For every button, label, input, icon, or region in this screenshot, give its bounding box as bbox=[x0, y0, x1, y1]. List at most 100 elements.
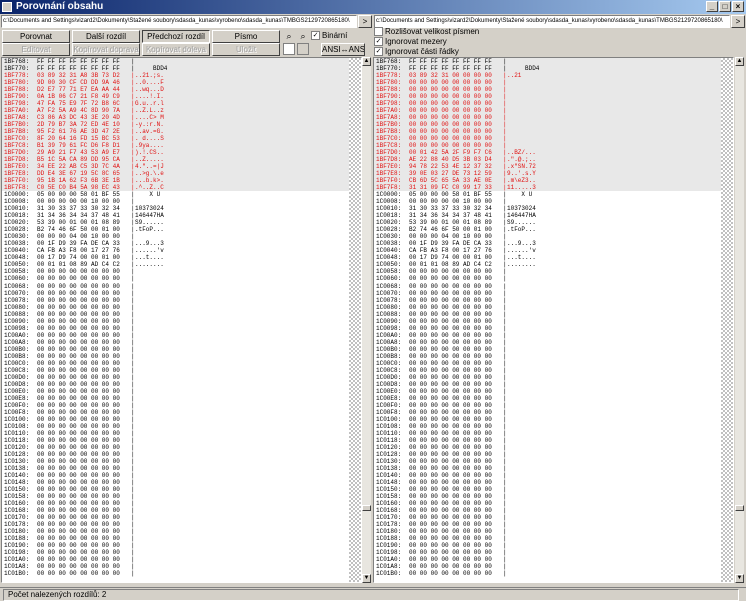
left-hex-row[interactable]: 1C0168: 00 00 00 00 00 00 00 00 | bbox=[2, 507, 361, 514]
right-hex-row[interactable]: 1BF7B0: 00 00 00 00 00 00 00 00 | bbox=[374, 121, 733, 129]
ignore-lines-checkbox[interactable]: ✓ Ignorovat části řádky bbox=[374, 47, 459, 57]
left-scroll-thumb[interactable] bbox=[362, 505, 371, 511]
copy-right-button[interactable]: Kopírovat doprava bbox=[72, 43, 140, 56]
left-hex-row[interactable]: 1BF770: FF FF FF FF FF FF FF FF BDD4 | bbox=[2, 65, 361, 73]
left-hex-row[interactable]: 1C00C8: 00 00 00 00 00 00 00 00 | bbox=[2, 367, 361, 374]
right-hex-row[interactable]: 1BF7F8: 31 31 09 FC C0 99 17 33 11.....3 | bbox=[374, 184, 733, 192]
left-hex-row[interactable]: 1C0098: 00 00 00 00 00 00 00 00 | bbox=[2, 325, 361, 332]
left-hex-row[interactable]: 1BF790: 0A 1B 06 C7 21 F8 49 C9 ....!.I. | bbox=[2, 93, 361, 101]
right-hex-row[interactable]: 1BF7E8: 39 0E 03 27 DE 73 12 59 9..'.s.Y | bbox=[374, 170, 733, 178]
right-hex-row[interactable]: 1BF7A0: 00 00 00 00 00 00 00 00 | bbox=[374, 107, 733, 115]
lines-check-box[interactable]: ✓ bbox=[374, 47, 383, 57]
right-hex-row[interactable]: 1BF778: 03 89 32 31 00 00 00 00 ..21 | bbox=[374, 72, 733, 80]
right-hex-row[interactable]: 1C00C8: 00 00 00 00 00 00 00 00 | bbox=[374, 367, 733, 374]
right-hex-row[interactable]: 1C0190: 00 00 00 00 00 00 00 00 | bbox=[374, 542, 733, 549]
minimize-button[interactable]: _ bbox=[706, 1, 718, 12]
left-hex-row[interactable]: 1BF768: FF FF FF FF FF FF FF FF | bbox=[2, 58, 361, 66]
right-hex-row[interactable]: 1C0138: 00 00 00 00 00 00 00 00 | bbox=[374, 465, 733, 472]
left-hex-row[interactable]: 1C0120: 00 00 00 00 00 00 00 00 | bbox=[2, 444, 361, 451]
right-hex-row[interactable]: 1C0000: 05 00 00 00 58 01 BF 55 X U | bbox=[374, 191, 733, 198]
copy-left-button[interactable]: Kopírovat doleva bbox=[142, 43, 210, 56]
right-hex-row[interactable]: 1BF7D0: 00 01 42 5A 2F F9 F7 C6 ..BZ/... | bbox=[374, 149, 733, 157]
left-hex-row[interactable]: 1C00F8: 00 00 00 00 00 00 00 00 | bbox=[2, 409, 361, 416]
left-hex-row[interactable]: 1C00D0: 00 00 00 00 00 00 00 00 | bbox=[2, 374, 361, 381]
left-hex-row[interactable]: 1C0000: 05 00 00 00 58 01 BF 55 X U | bbox=[2, 191, 361, 198]
ansi-button[interactable]: ANSI↔ANSI bbox=[321, 43, 365, 56]
left-hex-row[interactable]: 1BF798: 47 FA 75 E9 7F 72 B8 6C G.u..r.l | bbox=[2, 100, 361, 108]
left-hex-row[interactable]: 1C0190: 00 00 00 00 00 00 00 00 | bbox=[2, 542, 361, 549]
right-hex-row[interactable]: 1C01A8: 00 00 00 00 00 00 00 00 | bbox=[374, 563, 733, 570]
left-hex-row[interactable]: 1C0118: 00 00 00 00 00 00 00 00 | bbox=[2, 437, 361, 444]
left-hex-row[interactable]: 1C00E8: 00 00 00 00 00 00 00 00 | bbox=[2, 395, 361, 402]
right-hex-row[interactable]: 1BF7A8: 00 00 00 00 00 00 00 00 | bbox=[374, 114, 733, 122]
case-check-box[interactable] bbox=[374, 27, 383, 37]
left-hex-row[interactable]: 1C0180: 00 00 00 00 00 00 00 00 | bbox=[2, 528, 361, 535]
right-path-browse-button[interactable]: > bbox=[731, 15, 745, 28]
left-hex-row[interactable]: 1C0108: 00 00 00 00 00 00 00 00 | bbox=[2, 423, 361, 430]
left-hex-row[interactable]: 1C0048: 00 17 D9 74 00 00 01 00 ...t.... | bbox=[2, 254, 361, 261]
right-hex-row[interactable]: 1C0018: 31 34 36 34 34 37 48 41 146447HA | bbox=[374, 212, 733, 219]
right-hex-row[interactable]: 1C00A8: 00 00 00 00 00 00 00 00 | bbox=[374, 339, 733, 346]
right-hex-row[interactable]: 1C0060: 00 00 00 00 00 00 00 00 | bbox=[374, 275, 733, 282]
left-hex-row[interactable]: 1C0068: 00 00 00 00 00 00 00 00 | bbox=[2, 283, 361, 290]
left-hex-row[interactable]: 1C0010: 31 30 33 37 33 30 32 34 10373024 | bbox=[2, 205, 361, 212]
left-hex-row[interactable]: 1BF7F0: 95 1B 1A 62 F3 6B 3E 1B ...b.k>. | bbox=[2, 177, 361, 185]
right-hex-row[interactable]: 1C0078: 00 00 00 00 00 00 00 00 | bbox=[374, 297, 733, 304]
right-hex-row[interactable]: 1C01A0: 00 00 00 00 00 00 00 00 | bbox=[374, 556, 733, 563]
left-hex-row[interactable]: 1C0148: 00 00 00 00 00 00 00 00 | bbox=[2, 479, 361, 486]
right-hex-row[interactable]: 1C0008: 00 00 00 00 00 10 00 00 | bbox=[374, 198, 733, 205]
right-hex-row[interactable]: 1C0110: 00 00 00 00 00 00 00 00 | bbox=[374, 430, 733, 437]
right-hex-row[interactable]: 1BF768: FF FF FF FF FF FF FF FF | bbox=[374, 58, 733, 66]
left-hex-row[interactable]: 1C0170: 00 00 00 00 00 00 00 00 | bbox=[2, 514, 361, 521]
right-scrollbar[interactable]: ▲ ▼ bbox=[735, 57, 744, 583]
left-hex-row[interactable]: 1C0100: 00 00 00 00 00 00 00 00 | bbox=[2, 416, 361, 423]
edit-button[interactable]: Editovat bbox=[2, 43, 70, 56]
right-hex-row[interactable]: 1C0168: 00 00 00 00 00 00 00 00 | bbox=[374, 507, 733, 514]
left-hex-row[interactable]: 1BF7E0: 34 EE 22 AB C5 3D 7C 4A 4."..=|J | bbox=[2, 163, 361, 171]
right-hex-row[interactable]: 1C0088: 00 00 00 00 00 00 00 00 | bbox=[374, 311, 733, 318]
right-hex-row[interactable]: 1C00F0: 00 00 00 00 00 00 00 00 | bbox=[374, 402, 733, 409]
right-hex-panel[interactable]: 1BF768: FF FF FF FF FF FF FF FF | 1BF770: FF… bbox=[373, 57, 734, 583]
right-hex-row[interactable]: 1C0040: CA FB A3 F8 00 17 27 76 ......'v | bbox=[374, 247, 733, 254]
right-hex-row[interactable]: 1BF798: 00 00 00 00 00 00 00 00 | bbox=[374, 100, 733, 108]
left-hex-row[interactable]: 1C01A8: 00 00 00 00 00 00 00 00 | bbox=[2, 563, 361, 570]
left-hex-row[interactable]: 1C0160: 00 00 00 00 00 00 00 00 | bbox=[2, 500, 361, 507]
right-hex-row[interactable]: 1C00D8: 00 00 00 00 00 00 00 00 | bbox=[374, 381, 733, 388]
left-hex-row[interactable]: 1C01A0: 00 00 00 00 00 00 00 00 | bbox=[2, 556, 361, 563]
right-scroll-thumb[interactable] bbox=[735, 505, 744, 511]
right-hex-row[interactable]: 1C00E0: 00 00 00 00 00 00 00 00 | bbox=[374, 388, 733, 395]
left-hex-panel[interactable]: 1BF768: FF FF FF FF FF FF FF FF | 1BF770: FF… bbox=[1, 57, 362, 583]
left-hex-row[interactable]: 1C0078: 00 00 00 00 00 00 00 00 | bbox=[2, 297, 361, 304]
left-hex-row[interactable]: 1C0008: 00 00 00 00 00 10 00 00 | bbox=[2, 198, 361, 205]
left-hex-row[interactable]: 1C0030: 00 00 00 04 00 10 00 00 | bbox=[2, 233, 361, 240]
right-hex-row[interactable]: 1C0148: 00 00 00 00 00 00 00 00 | bbox=[374, 479, 733, 486]
left-hex-row[interactable]: 1C0158: 00 00 00 00 00 00 00 00 | bbox=[2, 493, 361, 500]
compare-button[interactable]: Porovnat bbox=[2, 30, 70, 43]
right-hex-row[interactable]: 1BF7C0: 00 00 00 00 00 00 00 00 | bbox=[374, 135, 733, 143]
left-hex-row[interactable]: 1BF7C0: 8F 20 64 16 FD 15 BC 53 . d....S | bbox=[2, 135, 361, 143]
right-hex-row[interactable]: 1C0178: 00 00 00 00 00 00 00 00 | bbox=[374, 521, 733, 528]
left-hex-row[interactable]: 1C0058: 00 00 00 00 00 00 00 00 | bbox=[2, 268, 361, 275]
left-hex-row[interactable]: 1BF7D0: 29 A9 21 F7 43 53 A9 E7).!.CS.. | bbox=[2, 149, 361, 157]
view-left-icon[interactable] bbox=[283, 43, 295, 55]
left-hex-row[interactable]: 1C01B0: 00 00 00 00 00 00 00 00 | bbox=[2, 570, 361, 577]
left-hex-row[interactable]: 1C00E0: 00 00 00 00 00 00 00 00 | bbox=[2, 388, 361, 395]
right-hex-row[interactable]: 1C0028: B2 74 46 6F 50 00 01 00 .tFoP... | bbox=[374, 226, 733, 233]
left-hex-row[interactable]: 1C00F0: 00 00 00 00 00 00 00 00 | bbox=[2, 402, 361, 409]
left-hex-row[interactable]: 1C0088: 00 00 00 00 00 00 00 00 | bbox=[2, 311, 361, 318]
left-hex-row[interactable]: 1C0178: 00 00 00 00 00 00 00 00 | bbox=[2, 521, 361, 528]
left-hex-row[interactable]: 1BF7E8: DD E4 3E 67 19 5C 8C 65 ..>g.\.e | bbox=[2, 170, 361, 178]
right-hex-row[interactable]: 1C00B8: 00 00 00 00 00 00 00 00 | bbox=[374, 353, 733, 360]
right-hex-row[interactable]: 1BF788: 00 00 00 00 00 00 00 00 | bbox=[374, 86, 733, 94]
left-hex-row[interactable]: 1C0050: 00 01 01 08 89 AD C4 C2........ | bbox=[2, 261, 361, 268]
right-hex-row[interactable]: 1C0170: 00 00 00 00 00 00 00 00 | bbox=[374, 514, 733, 521]
next-diff-button[interactable]: Další rozdíl bbox=[72, 30, 140, 43]
find-icon[interactable]: ⌕ bbox=[283, 30, 295, 42]
left-hex-row[interactable]: 1C0080: 00 00 00 00 00 00 00 00 | bbox=[2, 304, 361, 311]
left-hex-row[interactable]: 1BF7F8: C0 5E C0 B4 5A 98 EC 43 .^..Z..C | bbox=[2, 184, 361, 192]
right-hex-row[interactable]: 1C01B0: 00 00 00 00 00 00 00 00 | bbox=[374, 570, 733, 577]
left-hex-row[interactable]: 1C0150: 00 00 00 00 00 00 00 00 | bbox=[2, 486, 361, 493]
right-hex-row[interactable]: 1C0098: 00 00 00 00 00 00 00 00 | bbox=[374, 325, 733, 332]
left-hex-row[interactable]: 1C0188: 00 00 00 00 00 00 00 00 | bbox=[2, 535, 361, 542]
font-button[interactable]: Písmo bbox=[212, 30, 280, 43]
